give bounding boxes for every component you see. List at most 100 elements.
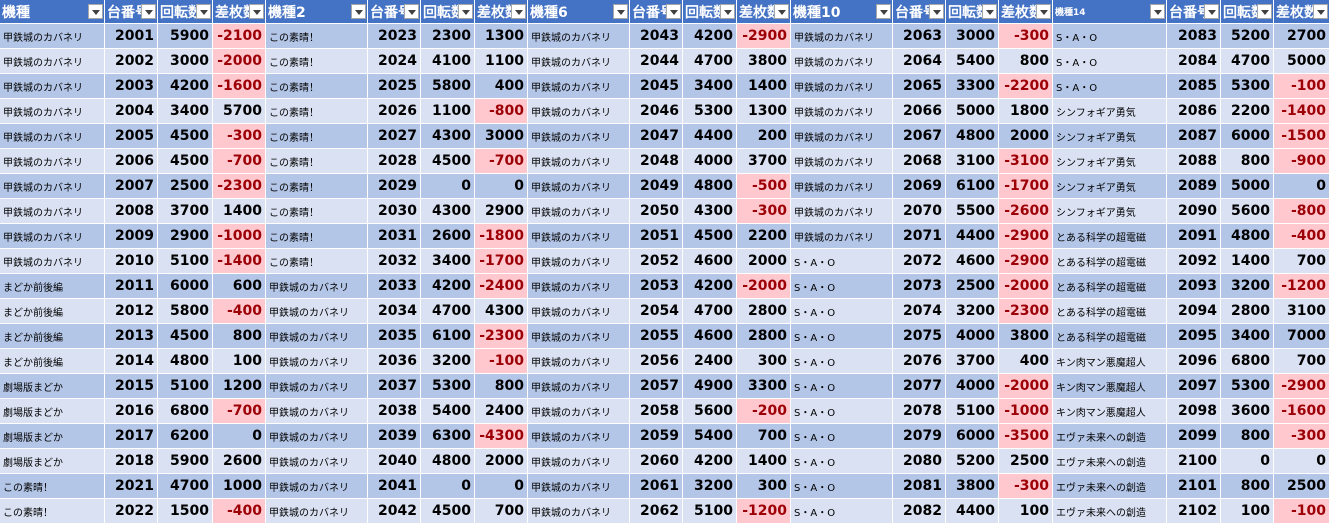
table-cell-number[interactable]: 2021 (105, 474, 158, 499)
filter-dropdown-icon[interactable] (1204, 4, 1219, 19)
table-cell-number[interactable]: 4700 (683, 49, 737, 74)
table-cell-number[interactable]: 2006 (105, 149, 158, 174)
table-cell-number[interactable]: 2062 (630, 499, 683, 524)
table-cell-number[interactable]: 2400 (683, 349, 737, 374)
table-cell-machine[interactable]: 甲鉄城のカバネリ (528, 399, 630, 424)
table-cell-number[interactable]: 5400 (946, 49, 999, 74)
table-cell-number[interactable]: 4600 (683, 324, 737, 349)
table-cell-number[interactable]: 1300 (737, 99, 791, 124)
table-cell-machine[interactable]: この素晴！ (266, 199, 368, 224)
table-cell-number[interactable]: 5100 (683, 499, 737, 524)
table-cell-number[interactable]: 6100 (421, 324, 475, 349)
table-cell-number[interactable]: 3100 (946, 149, 999, 174)
table-cell-number[interactable]: 2003 (105, 74, 158, 99)
table-cell-machine[interactable]: 甲鉄城のカバネリ (791, 224, 893, 249)
table-cell-number[interactable]: 2010 (105, 249, 158, 274)
table-cell-machine[interactable]: S・A・O (791, 274, 893, 299)
table-cell-number[interactable]: 0 (475, 474, 528, 499)
table-cell-machine[interactable]: 甲鉄城のカバネリ (0, 224, 105, 249)
table-cell-number[interactable]: 1400 (737, 74, 791, 99)
table-cell-number[interactable]: 300 (737, 474, 791, 499)
table-cell-number[interactable]: 4700 (683, 299, 737, 324)
table-cell-number[interactable]: 2900 (475, 199, 528, 224)
table-cell-number[interactable]: 3000 (475, 124, 528, 149)
table-cell-number[interactable]: 2014 (105, 349, 158, 374)
table-cell-number[interactable]: 2052 (630, 249, 683, 274)
table-cell-number[interactable]: 4500 (421, 149, 475, 174)
table-cell-number[interactable]: 2000 (999, 124, 1053, 149)
table-cell-machine[interactable]: 甲鉄城のカバネリ (0, 149, 105, 174)
table-cell-number[interactable]: 4300 (421, 199, 475, 224)
table-cell-number[interactable]: 100 (999, 499, 1053, 524)
table-cell-number[interactable]: -100 (475, 349, 528, 374)
table-cell-machine[interactable]: 甲鉄城のカバネリ (266, 499, 368, 524)
table-cell-machine[interactable]: 甲鉄城のカバネリ (266, 424, 368, 449)
table-cell-number[interactable]: -1000 (213, 224, 266, 249)
table-cell-number[interactable]: -700 (475, 149, 528, 174)
table-cell-number[interactable]: 2038 (368, 399, 421, 424)
table-cell-number[interactable]: 5000 (1221, 174, 1274, 199)
table-cell-machine[interactable]: 甲鉄城のカバネリ (266, 274, 368, 299)
filter-dropdown-icon[interactable] (1150, 4, 1165, 19)
table-cell-number[interactable]: 3400 (158, 99, 213, 124)
table-cell-number[interactable]: -1600 (1274, 399, 1330, 424)
table-cell-number[interactable]: -400 (1274, 224, 1330, 249)
table-cell-number[interactable]: 2081 (893, 474, 946, 499)
table-cell-number[interactable]: 2073 (893, 274, 946, 299)
table-cell-number[interactable]: 2092 (1167, 249, 1221, 274)
table-cell-number[interactable]: 5300 (1221, 374, 1274, 399)
table-cell-machine[interactable]: 甲鉄城のカバネリ (528, 199, 630, 224)
table-cell-number[interactable]: 800 (213, 324, 266, 349)
table-cell-number[interactable]: 2094 (1167, 299, 1221, 324)
table-cell-number[interactable]: 800 (1221, 149, 1274, 174)
table-cell-number[interactable]: 2090 (1167, 199, 1221, 224)
table-cell-number[interactable]: 4200 (683, 274, 737, 299)
table-cell-number[interactable]: 3600 (1221, 399, 1274, 424)
table-cell-machine[interactable]: とある科学の超電磁 (1053, 299, 1167, 324)
table-cell-number[interactable]: 2068 (893, 149, 946, 174)
table-cell-number[interactable]: 2050 (630, 199, 683, 224)
filter-dropdown-icon[interactable] (404, 4, 419, 19)
filter-dropdown-icon[interactable] (1313, 4, 1328, 19)
table-cell-number[interactable]: 6000 (158, 274, 213, 299)
table-cell-number[interactable]: 5200 (946, 449, 999, 474)
table-cell-machine[interactable]: 甲鉄城のカバネリ (266, 399, 368, 424)
table-cell-number[interactable]: -2300 (999, 299, 1053, 324)
table-cell-machine[interactable]: とある科学の超電磁 (1053, 249, 1167, 274)
table-cell-machine[interactable]: 甲鉄城のカバネリ (266, 299, 368, 324)
table-cell-machine[interactable]: 甲鉄城のカバネリ (528, 474, 630, 499)
table-cell-number[interactable]: 2040 (368, 449, 421, 474)
table-cell-number[interactable]: 2072 (893, 249, 946, 274)
table-cell-number[interactable]: 4900 (683, 374, 737, 399)
table-cell-number[interactable]: -1400 (1274, 99, 1330, 124)
table-cell-number[interactable]: 2098 (1167, 399, 1221, 424)
table-cell-number[interactable]: 2048 (630, 149, 683, 174)
table-cell-number[interactable]: -200 (737, 399, 791, 424)
table-cell-machine[interactable]: 甲鉄城のカバネリ (791, 174, 893, 199)
table-cell-machine[interactable]: 甲鉄城のカバネリ (528, 299, 630, 324)
table-cell-number[interactable]: 2049 (630, 174, 683, 199)
table-cell-number[interactable]: 2046 (630, 99, 683, 124)
table-cell-machine[interactable]: キン肉マン悪魔超人 (1053, 399, 1167, 424)
table-cell-number[interactable]: 2015 (105, 374, 158, 399)
table-cell-number[interactable]: 4200 (158, 74, 213, 99)
table-cell-machine[interactable]: 甲鉄城のカバネリ (528, 124, 630, 149)
table-cell-number[interactable]: -500 (737, 174, 791, 199)
table-cell-number[interactable]: 4800 (683, 174, 737, 199)
table-cell-number[interactable]: -2000 (999, 374, 1053, 399)
table-cell-number[interactable]: 2500 (1274, 474, 1330, 499)
table-cell-machine[interactable]: S・A・O (791, 399, 893, 424)
table-cell-machine[interactable]: 甲鉄城のカバネリ (528, 349, 630, 374)
table-cell-machine[interactable]: 甲鉄城のカバネリ (528, 49, 630, 74)
filter-dropdown-icon[interactable] (774, 4, 789, 19)
table-cell-machine[interactable]: 甲鉄城のカバネリ (0, 249, 105, 274)
table-cell-machine[interactable]: この素晴！ (266, 99, 368, 124)
table-cell-number[interactable]: -2300 (213, 174, 266, 199)
table-cell-number[interactable]: 5100 (158, 249, 213, 274)
table-cell-number[interactable]: 700 (475, 499, 528, 524)
table-cell-number[interactable]: 3000 (158, 49, 213, 74)
table-cell-number[interactable]: -4300 (475, 424, 528, 449)
table-cell-number[interactable]: 5600 (1221, 199, 1274, 224)
table-cell-number[interactable]: 5100 (158, 374, 213, 399)
table-cell-number[interactable]: 2800 (737, 324, 791, 349)
